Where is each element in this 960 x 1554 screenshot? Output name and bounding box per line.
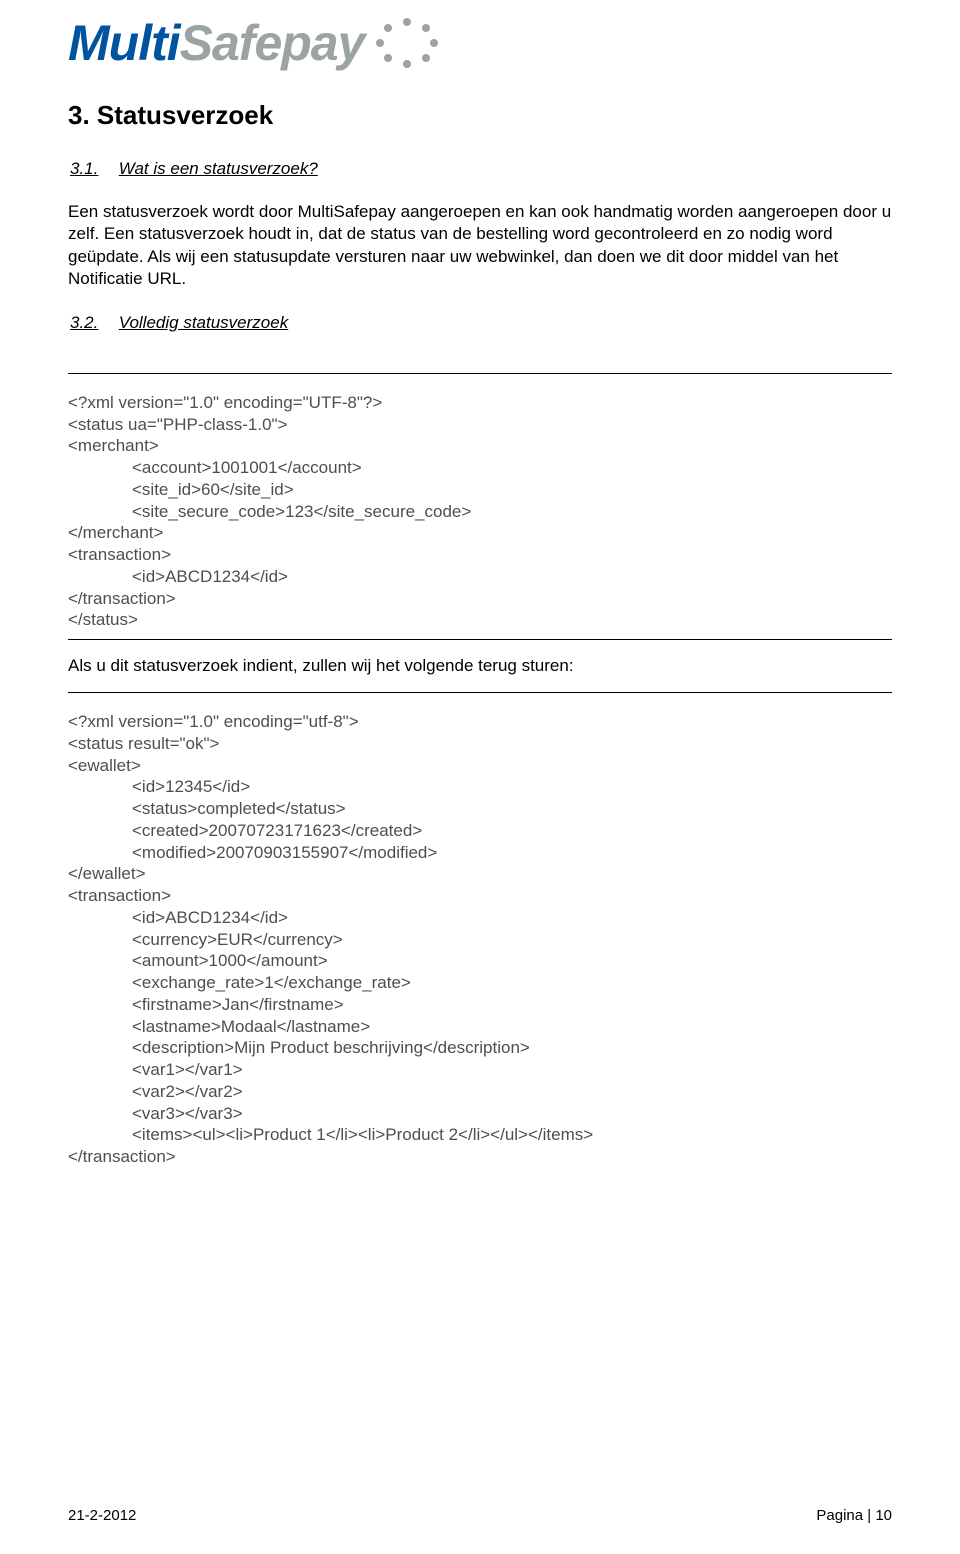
footer: 21-2-2012 Pagina | 10 xyxy=(68,1507,892,1524)
xml-response-block: <?xml version="1.0" encoding="utf-8"><st… xyxy=(68,711,892,1168)
code-line: <transaction> xyxy=(68,544,892,566)
code-line: <account>1001001</account> xyxy=(68,457,892,479)
code-line: <site_secure_code>123</site_secure_code> xyxy=(68,501,892,523)
code-line: <?xml version="1.0" encoding="UTF-8"?> xyxy=(68,392,892,414)
sub-num: 3.1. xyxy=(70,159,114,179)
code-line: <firstname>Jan</firstname> xyxy=(68,994,892,1016)
logo-multi: Multi xyxy=(68,15,180,71)
code-line: <var2></var2> xyxy=(68,1081,892,1103)
code-line: <merchant> xyxy=(68,435,892,457)
sub-title: Wat is een statusverzoek? xyxy=(119,159,318,178)
divider xyxy=(68,373,892,374)
footer-page: Pagina | 10 xyxy=(816,1507,892,1524)
code-line: <?xml version="1.0" encoding="utf-8"> xyxy=(68,711,892,733)
code-line: <status>completed</status> xyxy=(68,798,892,820)
logo-safepay: Safepay xyxy=(180,15,365,71)
code-line: <amount>1000</amount> xyxy=(68,950,892,972)
code-line: </ewallet> xyxy=(68,863,892,885)
code-line: <transaction> xyxy=(68,885,892,907)
code-line: <description>Mijn Product beschrijving</… xyxy=(68,1037,892,1059)
code-line: <ewallet> xyxy=(68,755,892,777)
code-line: <id>12345</id> xyxy=(68,776,892,798)
logo-dots-icon xyxy=(374,16,440,70)
heading-main: 3. Statusverzoek xyxy=(68,100,892,131)
page: MultiSafepay 3. Statusverzoek 3.1. Wat i… xyxy=(0,0,960,1554)
code-line: </transaction> xyxy=(68,588,892,610)
code-line: <modified>20070903155907</modified> xyxy=(68,842,892,864)
code-line: <site_id>60</site_id> xyxy=(68,479,892,501)
paragraph-1: Een statusverzoek wordt door MultiSafepa… xyxy=(68,201,892,291)
code-line: </status> xyxy=(68,609,892,631)
sub-num: 3.2. xyxy=(70,313,114,333)
code-line: <id>ABCD1234</id> xyxy=(68,907,892,929)
code-line: <status ua="PHP-class-1.0"> xyxy=(68,414,892,436)
divider xyxy=(68,639,892,640)
code-line: </transaction> xyxy=(68,1146,892,1168)
code-line: <var1></var1> xyxy=(68,1059,892,1081)
sub-title: Volledig statusverzoek xyxy=(119,313,288,332)
paragraph-between: Als u dit statusverzoek indient, zullen … xyxy=(68,656,892,676)
code-line: <lastname>Modaal</lastname> xyxy=(68,1016,892,1038)
code-line: <id>ABCD1234</id> xyxy=(68,566,892,588)
code-line: <var3></var3> xyxy=(68,1103,892,1125)
subheading-3-1: 3.1. Wat is een statusverzoek? xyxy=(70,159,892,179)
subheading-3-2: 3.2. Volledig statusverzoek xyxy=(70,313,892,333)
logo: MultiSafepay xyxy=(68,14,892,72)
code-line: </merchant> xyxy=(68,522,892,544)
code-line: <status result="ok"> xyxy=(68,733,892,755)
code-line: <items><ul><li>Product 1</li><li>Product… xyxy=(68,1124,892,1146)
code-line: <created>20070723171623</created> xyxy=(68,820,892,842)
divider xyxy=(68,692,892,693)
code-line: <exchange_rate>1</exchange_rate> xyxy=(68,972,892,994)
logo-text: MultiSafepay xyxy=(68,14,364,72)
xml-request-block: <?xml version="1.0" encoding="UTF-8"?><s… xyxy=(68,392,892,631)
code-line: <currency>EUR</currency> xyxy=(68,929,892,951)
footer-date: 21-2-2012 xyxy=(68,1507,136,1524)
